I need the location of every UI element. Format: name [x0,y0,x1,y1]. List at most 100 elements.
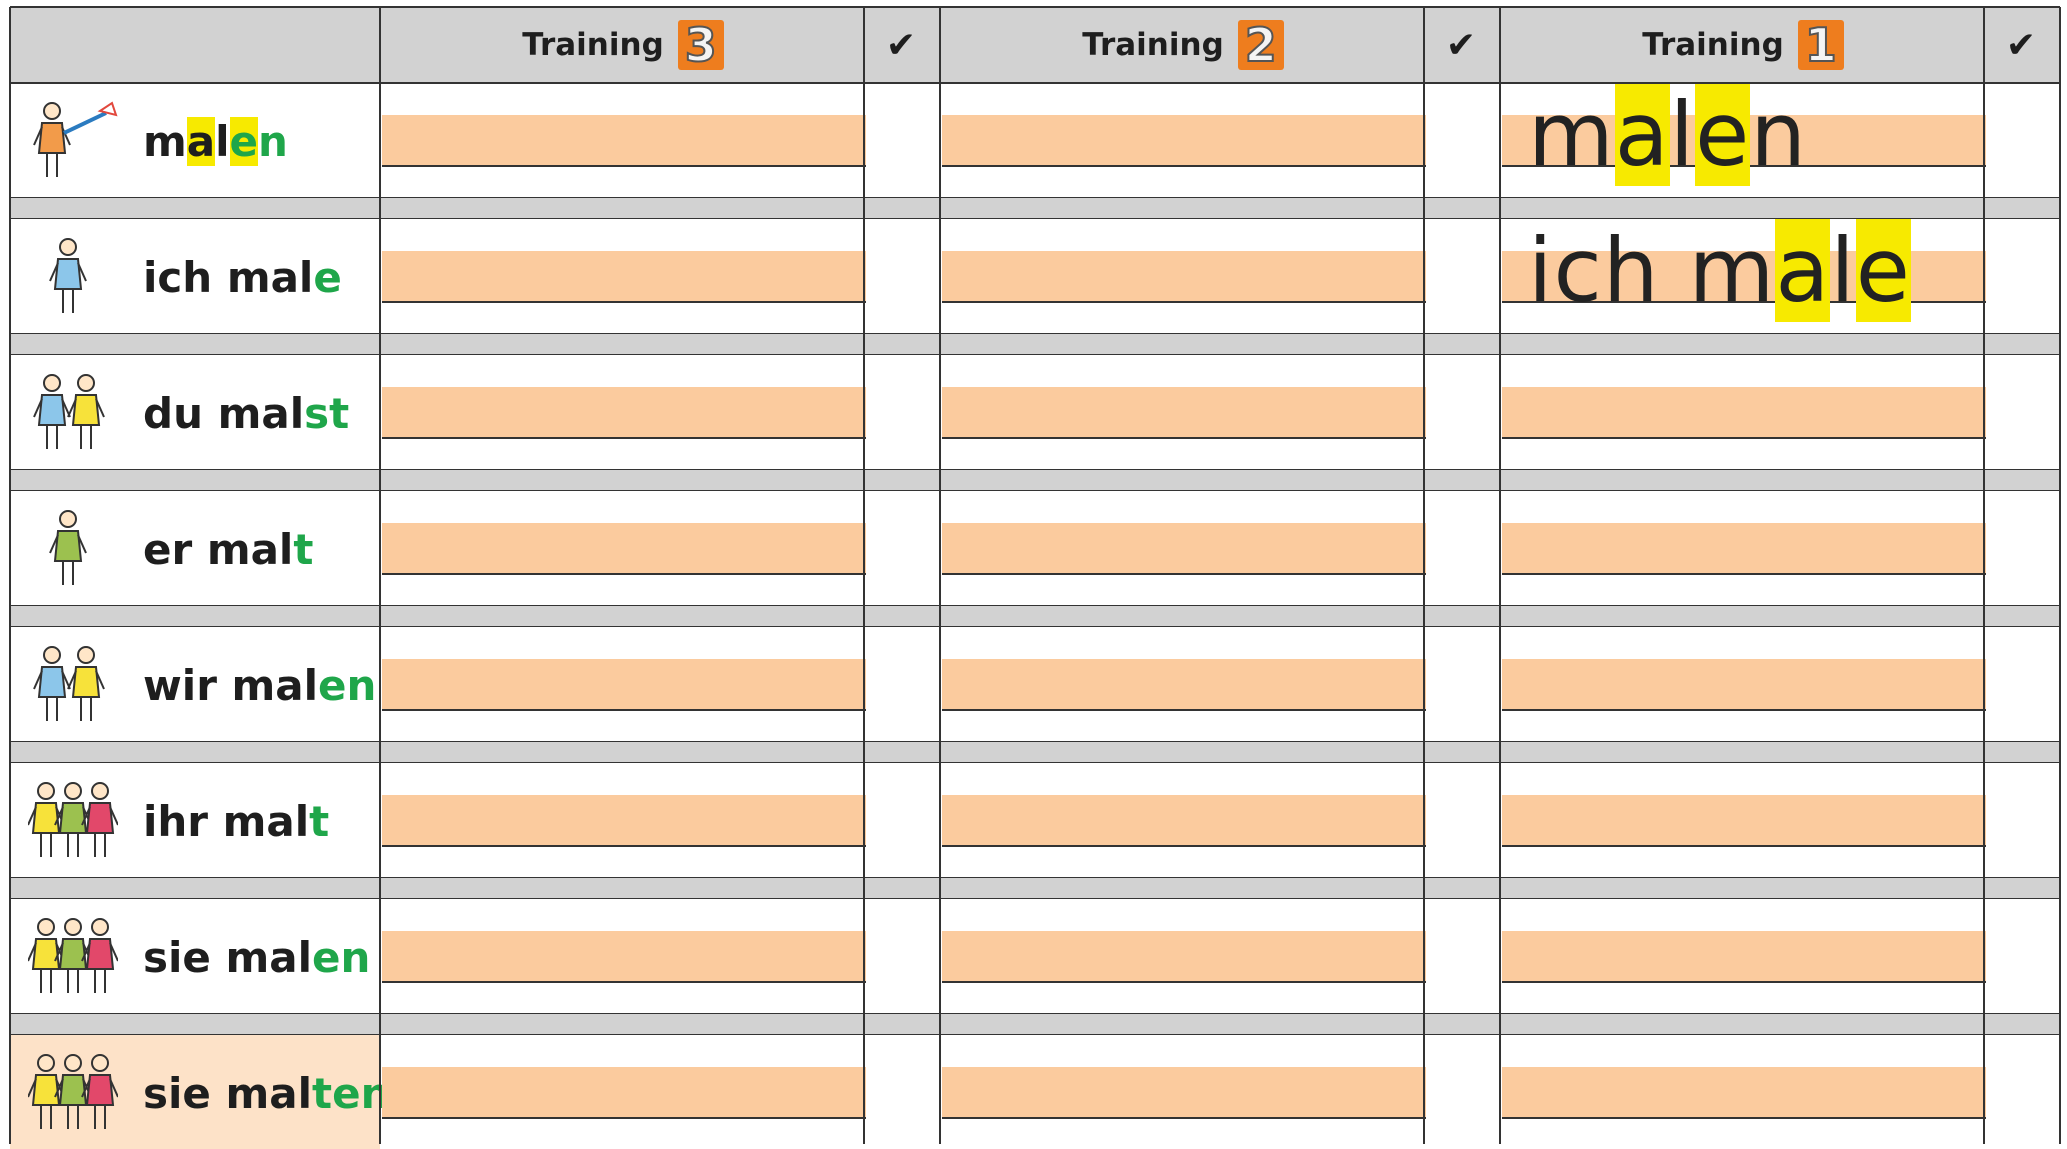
family-icon [27,1045,119,1141]
check-box-training-3[interactable] [866,355,940,469]
check-box-training-3[interactable] [866,83,940,197]
verb-form-label: ich male [143,257,342,299]
word-ending: st [304,389,350,438]
check-box-training-1[interactable] [1986,83,2060,197]
two-kids-pointing-icon [28,365,118,461]
writing-band-training-2[interactable] [942,251,1426,303]
check-box-training-3[interactable] [866,899,940,1013]
writing-band-training-2[interactable] [942,115,1426,167]
verb-form-label: sie malten [143,1073,390,1115]
header-bottom-border [10,82,2060,84]
check-box-training-2[interactable] [1426,899,1500,1013]
check-box-training-3[interactable] [866,491,940,605]
writing-band-training-1[interactable] [1502,387,1986,439]
word-ending: en [318,661,377,710]
family-group-icon [27,773,119,869]
column-divider [939,7,941,1144]
check-box-training-2[interactable] [1426,1035,1500,1149]
word-ending: e [229,117,259,166]
check-box-training-2[interactable] [1426,355,1500,469]
verb-form-label: du malst [143,393,349,435]
writing-band-training-2[interactable] [942,387,1426,439]
row-separator [10,1013,2060,1035]
word-stem: sie mal [143,933,313,982]
check-box-training-1[interactable] [1986,763,2060,877]
column-divider [863,7,865,1144]
verb-form-label: sie malen [143,937,370,979]
column-divider [1983,7,1985,1144]
writing-band-training-2[interactable] [942,523,1426,575]
column-divider [9,7,11,1144]
check-box-training-2[interactable] [1426,627,1500,741]
writing-band-training-3[interactable] [382,523,866,575]
writing-band-training-2[interactable] [942,659,1426,711]
check-box-training-2[interactable] [1426,83,1500,197]
row-separator [10,197,2060,219]
check-box-training-1[interactable] [1986,355,2060,469]
header-label: Training [1642,27,1784,63]
row-separator [10,741,2060,763]
word-ending: t [309,797,330,846]
check-box-training-3[interactable] [866,627,940,741]
verb-form-label: wir malen [143,665,376,707]
girl-icon [28,229,118,325]
number-badge-2: 2 [1237,20,1284,70]
check-box-training-1[interactable] [1986,1035,2060,1149]
row-separator [10,877,2060,899]
writing-band-training-3[interactable] [382,931,866,983]
check-box-training-3[interactable] [866,1035,940,1149]
check-box-training-1[interactable] [1986,627,2060,741]
writing-band-training-1[interactable] [1502,659,1986,711]
word-stem: m [143,117,187,166]
writing-band-training-3[interactable] [382,387,866,439]
check-box-training-3[interactable] [866,763,940,877]
word-stem: wir mal [143,661,319,710]
word-ending: n [258,117,288,166]
header-training-2: Training 2 [942,7,1424,83]
writing-band-training-3[interactable] [382,251,866,303]
check-box-training-2[interactable] [1426,219,1500,333]
boy-icon [28,501,118,597]
handwriting-example: malen [1528,83,1807,186]
word-ending: e [313,253,342,302]
number-badge-1: 1 [1797,20,1844,70]
column-divider [1423,7,1425,1144]
row-separator [10,333,2060,355]
row-separator [10,605,2060,627]
writing-band-training-3[interactable] [382,795,866,847]
writing-band-training-1[interactable] [1502,795,1986,847]
vowel-highlight: a [186,117,216,166]
check-box-training-2[interactable] [1426,763,1500,877]
check-box-training-2[interactable] [1426,491,1500,605]
writing-band-training-1[interactable] [1502,523,1986,575]
check-box-training-1[interactable] [1986,219,2060,333]
writing-band-training-2[interactable] [942,1067,1426,1119]
writing-band-training-3[interactable] [382,659,866,711]
word-stem: l [215,117,230,166]
check-box-training-1[interactable] [1986,491,2060,605]
column-divider [1499,7,1501,1144]
writing-band-training-2[interactable] [942,931,1426,983]
word-ending: t [293,525,314,574]
column-divider [379,7,381,1144]
handwriting-example: ich male [1528,219,1911,322]
check-box-training-1[interactable] [1986,899,2060,1013]
header-label: Training [522,27,664,63]
writing-band-training-1[interactable] [1502,931,1986,983]
word-ending: en [312,933,371,982]
word-stem: du mal [143,389,305,438]
vowel-highlight: a [1775,219,1831,322]
word-stem: l [1830,219,1856,322]
two-kids-icon [28,637,118,733]
writing-band-training-3[interactable] [382,115,866,167]
word-stem: ich mal [143,253,314,302]
word-stem: n [1750,83,1808,186]
writing-band-training-3[interactable] [382,1067,866,1119]
check-header-icon: ✔ [2005,24,2037,66]
check-box-training-3[interactable] [866,219,940,333]
word-stem: l [1669,83,1696,186]
writing-band-training-1[interactable] [1502,1067,1986,1119]
number-badge-3: 3 [677,20,724,70]
writing-band-training-2[interactable] [942,795,1426,847]
check-header-icon: ✔ [1445,24,1477,66]
